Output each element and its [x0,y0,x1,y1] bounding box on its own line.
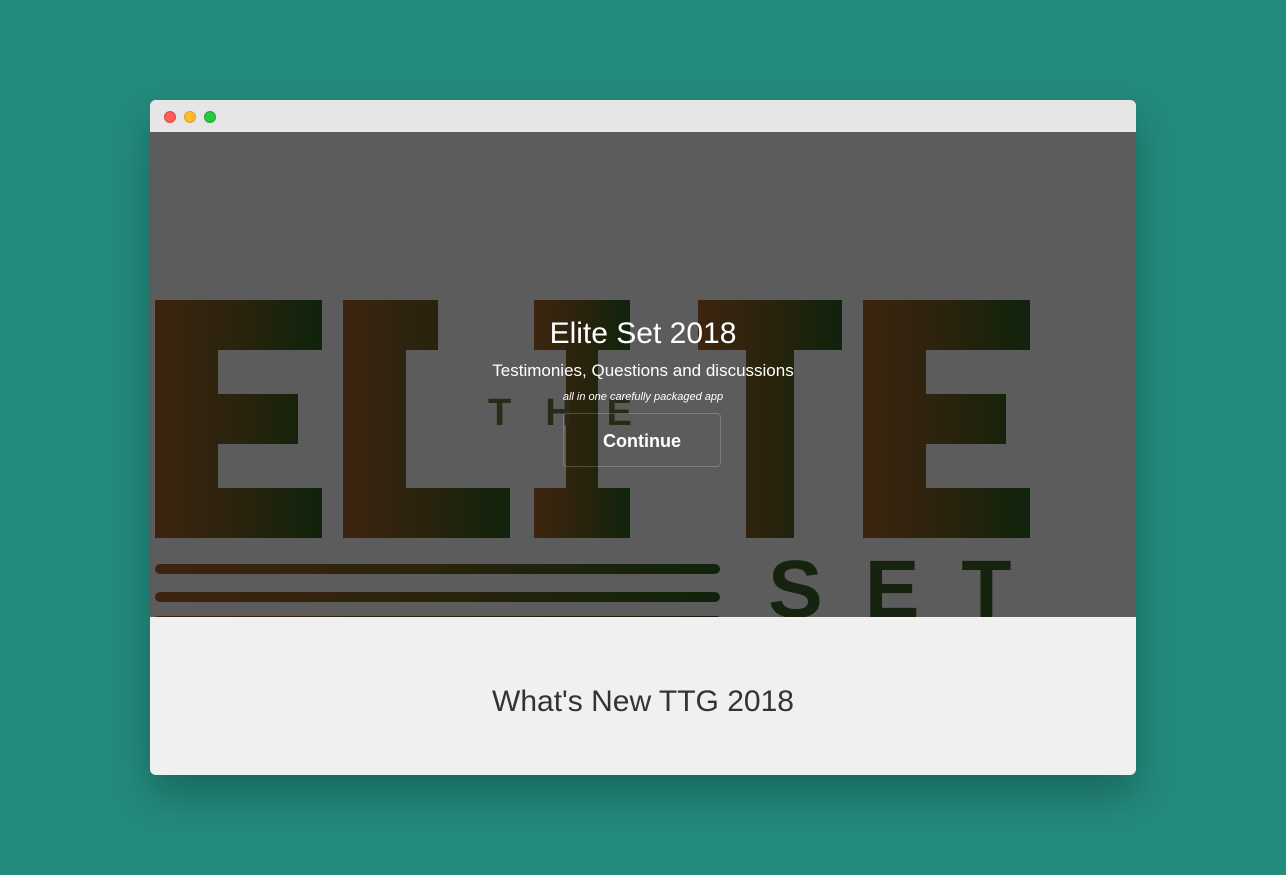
section-title: What's New TTG 2018 [492,685,794,718]
title-bar [150,100,1136,132]
hero-banner: THE SET Elite Set 2018 Testimonies, Ques… [150,132,1136,617]
hero-content: Elite Set 2018 Testimonies, Questions an… [150,132,1136,617]
hero-subtitle: Testimonies, Questions and discussions [492,361,794,380]
hero-title: Elite Set 2018 [549,317,737,350]
maximize-window-button[interactable] [204,111,216,123]
close-window-button[interactable] [164,111,176,123]
hero-tagline: all in one carefully packaged app [562,391,724,403]
app-window: THE SET Elite Set 2018 Testimonies, Ques… [150,100,1136,775]
continue-button[interactable]: Continue [563,413,721,467]
minimize-window-button[interactable] [184,111,196,123]
